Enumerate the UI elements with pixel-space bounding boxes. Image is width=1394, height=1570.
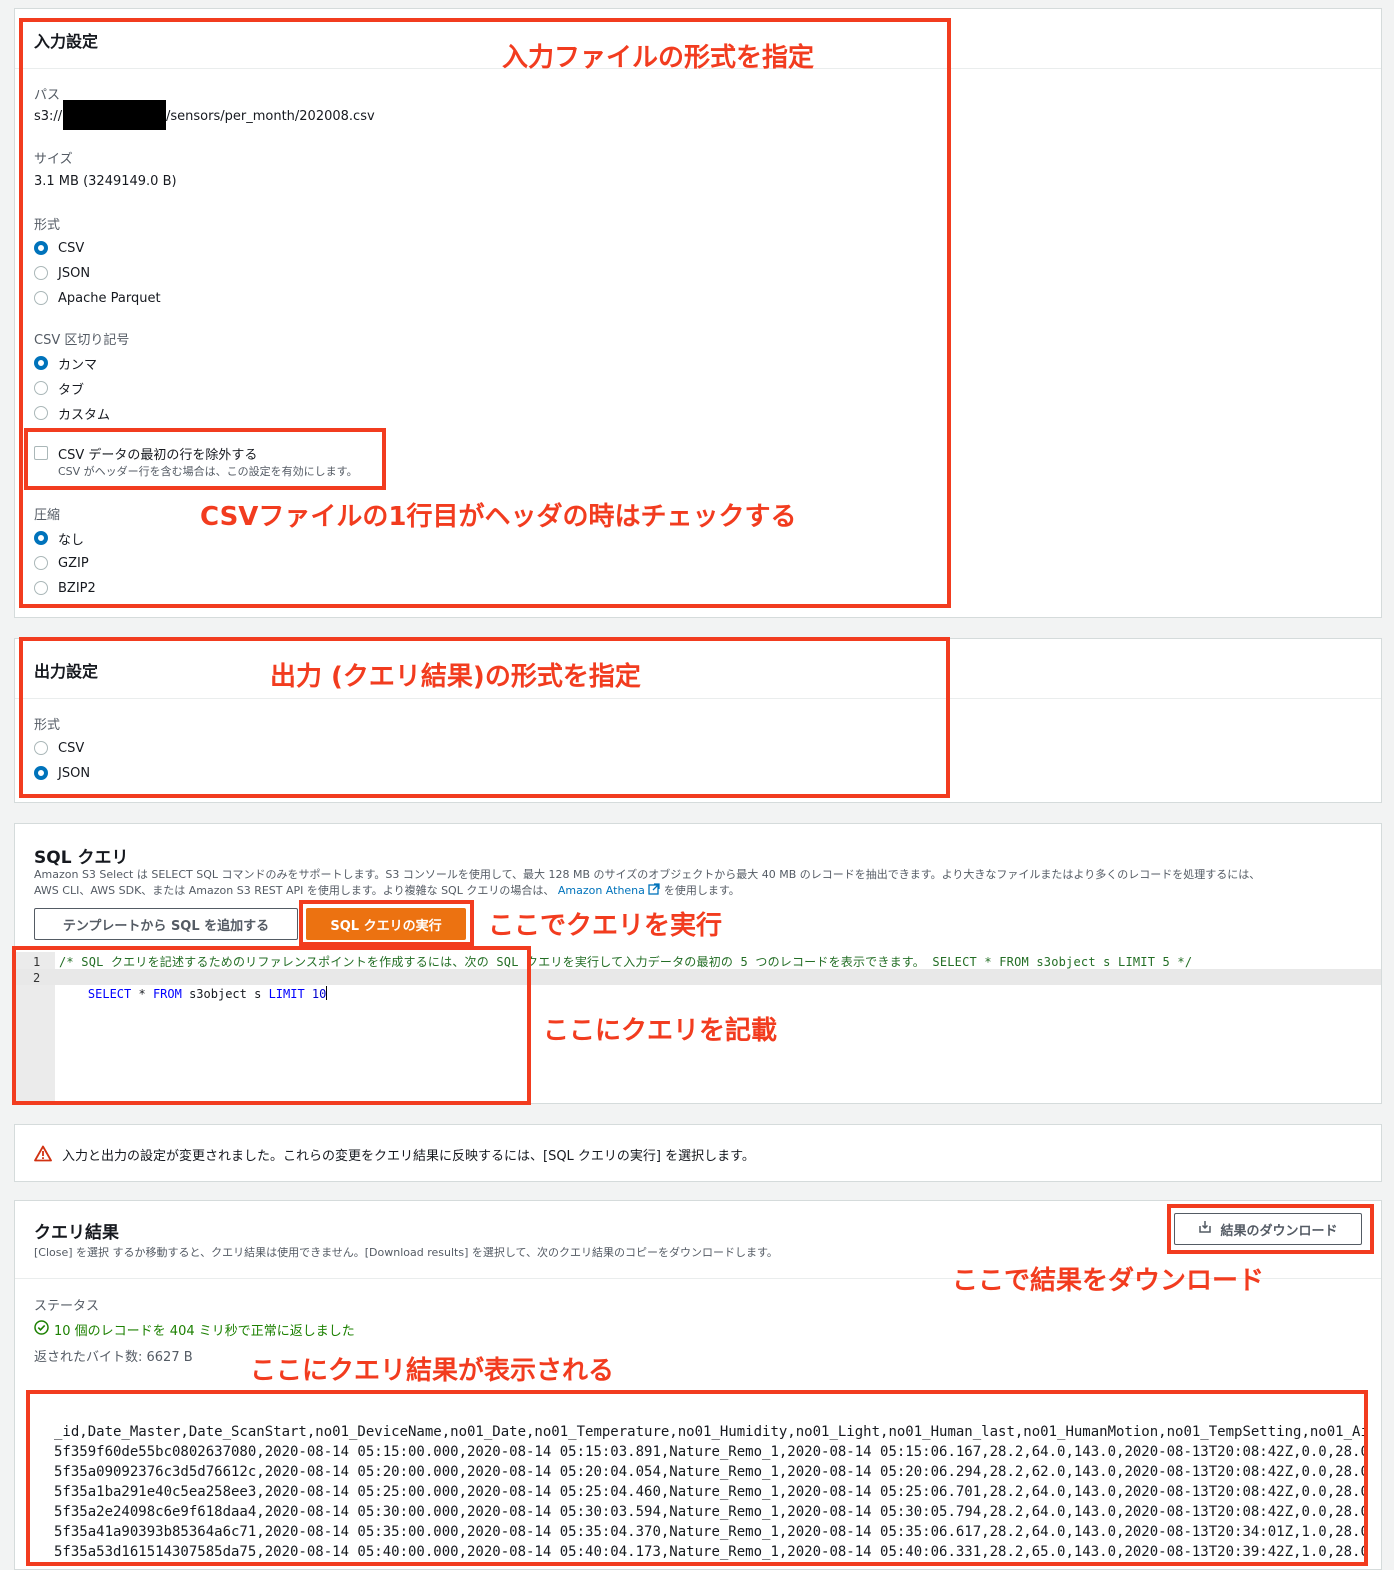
annotation-output-format: 出力 (クエリ結果)の形式を指定 (270, 662, 641, 692)
download-results-label: 結果のダウンロード (1220, 1223, 1338, 1239)
result-line: 5f35a09092376c3d5d76612c,2020-08-14 05:2… (54, 1464, 1365, 1480)
size-label: サイズ (34, 152, 73, 167)
run-sql-query-button[interactable]: SQL クエリの実行 (306, 908, 466, 940)
sql-query-title: SQL クエリ (34, 848, 129, 868)
redacted-bucket-name (63, 100, 166, 130)
output-format-csv[interactable]: CSV (34, 739, 84, 757)
status-text: 10 個のレコードを 404 ミリ秒で正常に返しました (54, 1324, 355, 1339)
delimiter-option-label: カスタム (58, 407, 111, 423)
add-sql-template-button[interactable]: テンプレートから SQL を追加する (34, 908, 298, 940)
sql-query-description: Amazon S3 Select は SELECT SQL コマンドのみをサポー… (34, 867, 1354, 899)
sql-desc-line2: AWS CLI、AWS SDK、または Amazon S3 REST API を… (34, 884, 555, 897)
returned-bytes: 返されたバイト数: 6627 B (34, 1350, 193, 1365)
output-settings-title: 出力設定 (34, 662, 99, 681)
radio-icon[interactable] (34, 266, 48, 280)
input-settings-title: 入力設定 (34, 32, 99, 51)
cursor (326, 986, 328, 1000)
radio-icon[interactable] (34, 291, 48, 305)
path-prefix: s3:// (34, 109, 63, 124)
delimiter-option-label: タブ (58, 382, 85, 398)
output-settings-panel (14, 638, 1382, 803)
compression-option-bzip2[interactable]: BZIP2 (34, 579, 96, 597)
delimiter-option-tab[interactable]: タブ (34, 379, 85, 398)
result-output: _id,Date_Master,Date_ScanStart,no01_Devi… (30, 1392, 1365, 1566)
size-value: 3.1 MB (3249149.0 B) (34, 174, 177, 189)
query-results-description: [Close] を選択 するか移動すると、クエリ結果は使用できません。[Down… (34, 1246, 778, 1259)
result-line: 5f359f60de55bc0802637080,2020-08-14 05:1… (54, 1444, 1365, 1460)
path-value: s3:// (34, 109, 62, 124)
annotation-write-here: ここにクエリを記載 (543, 1016, 778, 1046)
line-number: 2 (33, 971, 41, 985)
delimiter-option-custom[interactable]: カスタム (34, 404, 111, 423)
format-option-json[interactable]: JSON (34, 264, 90, 282)
output-format-label: 形式 (34, 718, 61, 733)
annotation-download-here: ここで結果をダウンロード (952, 1266, 1265, 1296)
annotation-input-format: 入力ファイルの形式を指定 (502, 43, 815, 73)
annotation-csv-header: CSVファイルの1行目がヘッダの時はチェックする (200, 502, 797, 532)
status-label: ステータス (34, 1299, 100, 1314)
output-format-json[interactable]: JSON (34, 764, 90, 782)
compression-option-label: GZIP (58, 555, 89, 571)
compression-option-label: BZIP2 (58, 580, 96, 596)
radio-icon[interactable] (34, 581, 48, 595)
alert-text: 入力と出力の設定が変更されました。これらの変更をクエリ結果に反映するには、[SQ… (62, 1149, 755, 1164)
compression-option-label: なし (58, 532, 85, 548)
radio-icon[interactable] (34, 556, 48, 570)
compression-label: 圧縮 (34, 508, 61, 523)
code-query-line: SELECT * FROM s3object s LIMIT 10 (59, 970, 328, 1001)
sql-text: * (131, 987, 153, 1001)
radio-selected-icon[interactable] (34, 356, 48, 370)
format-option-parquet[interactable]: Apache Parquet (34, 289, 161, 307)
code-comment-line: /* SQL クエリを記述するためのリファレンスポイントを作成するには、次の S… (59, 955, 1193, 969)
sql-desc-line2-end: を使用します。 (663, 884, 740, 897)
download-results-button[interactable]: 結果のダウンロード (1174, 1213, 1362, 1245)
sql-keyword: SELECT (87, 987, 132, 1001)
external-link-icon[interactable] (648, 883, 664, 897)
radio-icon[interactable] (34, 381, 48, 395)
result-line: 5f35a41a90393b85364a6c71,2020-08-14 05:3… (54, 1524, 1365, 1540)
output-format-option-label: JSON (58, 765, 91, 781)
line-number: 1 (33, 955, 41, 969)
sql-number: 10 (311, 987, 327, 1001)
format-option-label: Apache Parquet (58, 290, 161, 306)
result-line: _id,Date_Master,Date_ScanStart,no01_Devi… (54, 1424, 1365, 1440)
format-option-label: JSON (58, 265, 91, 281)
result-line: 5f35a2e24098c6e9f618daa4,2020-08-14 05:3… (54, 1504, 1365, 1520)
success-check-icon (34, 1320, 49, 1339)
radio-selected-icon[interactable] (34, 766, 48, 780)
path-label: パス (34, 88, 61, 103)
athena-link[interactable]: Amazon Athena (558, 884, 645, 897)
radio-icon[interactable] (34, 406, 48, 420)
path-suffix: /sensors/per_month/202008.csv (166, 109, 375, 124)
query-results-title: クエリ結果 (34, 1223, 119, 1243)
sql-text: s3object s (181, 987, 269, 1001)
exclude-header-checkbox[interactable] (34, 446, 48, 460)
delimiter-option-label: カンマ (58, 357, 98, 373)
sql-keyword: FROM (152, 987, 182, 1001)
radio-icon[interactable] (34, 741, 48, 755)
radio-selected-icon[interactable] (34, 241, 48, 255)
annotation-run-here: ここでクエリを実行 (488, 911, 723, 941)
format-option-csv[interactable]: CSV (34, 239, 84, 257)
download-icon (1198, 1220, 1212, 1238)
compression-option-gzip[interactable]: GZIP (34, 554, 89, 572)
exclude-header-label[interactable]: CSV データの最初の行を除外する (58, 444, 257, 463)
format-label: 形式 (34, 218, 61, 233)
output-format-option-label: CSV (58, 740, 85, 756)
sql-desc-line1: Amazon S3 Select は SELECT SQL コマンドのみをサポー… (34, 868, 1261, 881)
format-option-label: CSV (58, 240, 85, 256)
result-line: 5f35a1ba291e40c5ea258ee3,2020-08-14 05:2… (54, 1484, 1365, 1500)
delimiter-option-comma[interactable]: カンマ (34, 354, 98, 373)
warning-icon (34, 1145, 52, 1166)
delimiter-label: CSV 区切り記号 (34, 333, 130, 348)
status-success: 10 個のレコードを 404 ミリ秒で正常に返しました (34, 1320, 355, 1339)
sql-keyword: LIMIT (268, 987, 305, 1001)
radio-selected-icon[interactable] (34, 531, 48, 545)
exclude-header-hint: CSV がヘッダー行を含む場合は、この設定を有効にします。 (58, 465, 358, 478)
annotation-result-here: ここにクエリ結果が表示される (250, 1356, 615, 1386)
compression-option-none[interactable]: なし (34, 529, 85, 548)
result-line: 5f35a53d161514307585da75,2020-08-14 05:4… (54, 1544, 1365, 1560)
